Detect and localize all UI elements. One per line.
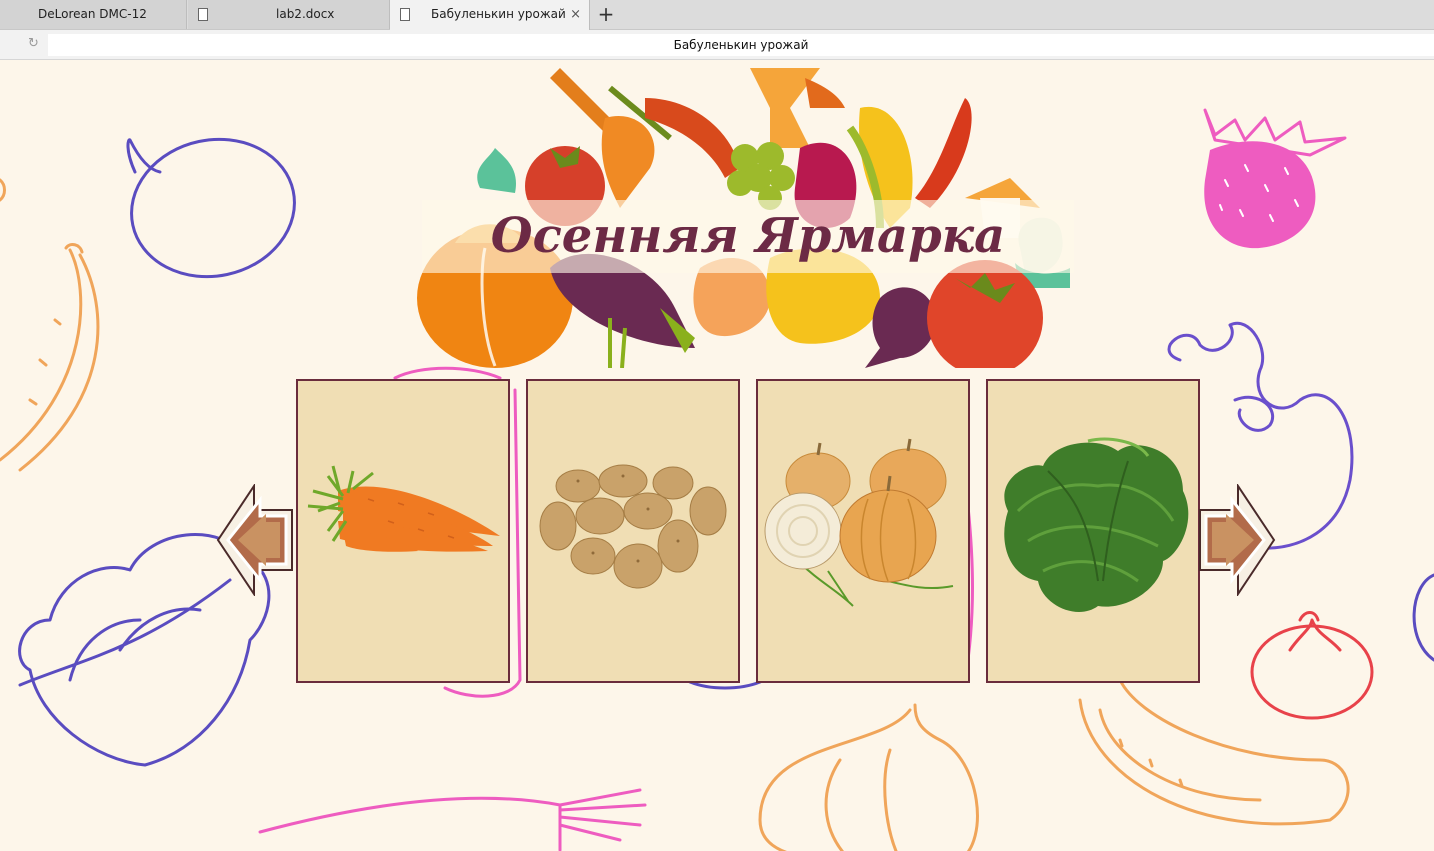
carrot-image: [307, 465, 500, 552]
tab-label: lab2.docx: [276, 7, 335, 21]
tab-bar: DeLorean DMC-12 lab2.docx Бабуленькин ур…: [0, 0, 1434, 30]
tab-label: Бабуленькин урожай: [431, 7, 566, 21]
orange-arc-doodle-icon: [0, 178, 6, 202]
product-card-carrot[interactable]: [296, 379, 510, 683]
document-icon: [400, 8, 410, 21]
product-card-potato[interactable]: [526, 379, 740, 683]
potato-image: [539, 464, 727, 589]
address-bar: ↻ Бабуленькин урожай: [0, 30, 1434, 60]
plum-doodle-icon: [126, 137, 296, 279]
carrot-doodle-icon: [258, 788, 647, 851]
circle-doodle-icon: [1412, 573, 1434, 662]
tomato-doodle-icon: [1250, 611, 1374, 720]
arrow-right-icon[interactable]: [1198, 484, 1278, 596]
page-title: Осенняя Ярмарка: [490, 208, 1006, 264]
arrow-left-icon[interactable]: [214, 484, 294, 596]
strawberry-doodle-icon: [1203, 108, 1347, 249]
banana-doodle-icon: [0, 243, 100, 472]
tab-lab2[interactable]: lab2.docx: [188, 0, 390, 29]
tab-label: DeLorean DMC-12: [38, 7, 147, 21]
tab-harvest[interactable]: Бабуленькин урожай ×: [390, 0, 590, 30]
address-field[interactable]: Бабуленькин урожай: [48, 34, 1434, 56]
onion-doodle-icon: [758, 703, 979, 851]
product-card-onion[interactable]: [756, 379, 970, 683]
reload-icon[interactable]: ↻: [28, 37, 42, 51]
squash-doodle-icon: [1078, 678, 1350, 826]
new-tab-button[interactable]: +: [594, 0, 618, 29]
tab-delorean[interactable]: DeLorean DMC-12: [0, 0, 187, 29]
lettuce-image: [1004, 437, 1189, 612]
onion-image: [764, 438, 954, 607]
close-icon[interactable]: ×: [570, 0, 581, 29]
product-card-lettuce[interactable]: [986, 379, 1200, 683]
page-content: Осенняя Ярмарка: [0, 60, 1434, 851]
document-icon: [198, 8, 208, 21]
